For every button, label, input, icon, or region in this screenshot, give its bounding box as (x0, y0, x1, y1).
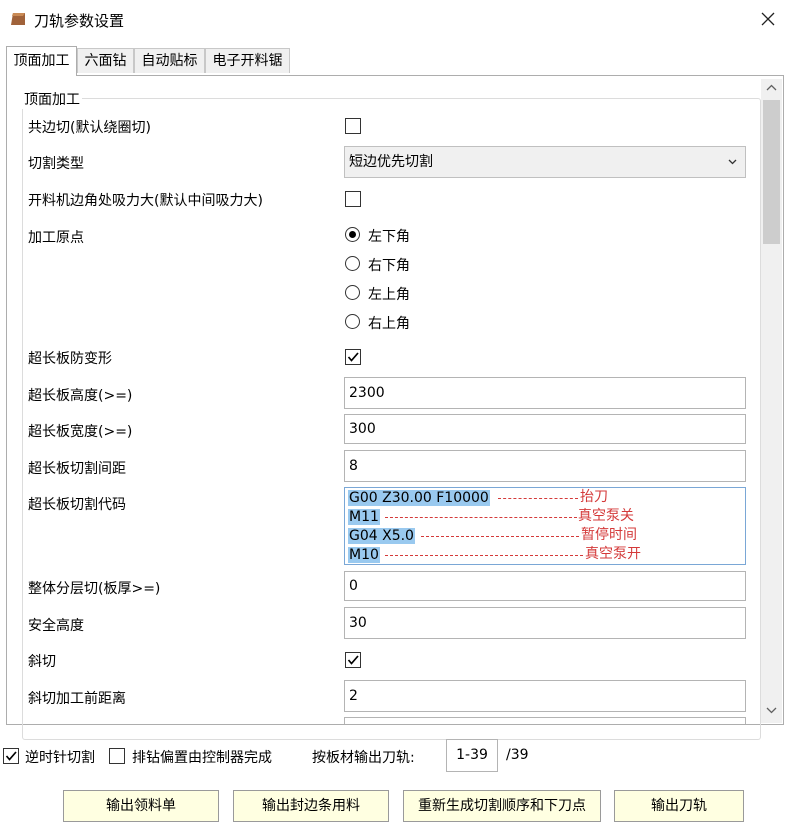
safe-height-label: 安全高度 (28, 618, 84, 634)
page-range-input[interactable]: 1-39 (446, 739, 498, 772)
annotation-line (498, 498, 578, 499)
annotation-line (385, 517, 577, 518)
anti-deform-label: 超长板防变形 (28, 351, 112, 367)
check-icon (347, 352, 359, 362)
origin-option-top-right: 右上角 (368, 316, 410, 332)
close-icon (761, 12, 775, 26)
title-bar: 刀轨参数设置 (0, 0, 787, 38)
output-toolpath-button[interactable]: 输出刀轨 (614, 790, 744, 822)
tab-electronic-saw[interactable]: 电子开料锯 (205, 48, 290, 73)
page-total: /39 (506, 747, 529, 763)
origin-option-bottom-right: 右下角 (368, 258, 410, 274)
check-icon (5, 751, 17, 761)
layer-cut-label: 整体分层切(板厚>=) (28, 581, 161, 597)
cut-type-label: 切割类型 (28, 156, 84, 172)
long-board-spacing-input[interactable]: 8 (344, 450, 746, 482)
output-pick-list-button[interactable]: 输出领料单 (63, 790, 219, 822)
drill-offset-checkbox[interactable] (109, 748, 125, 764)
origin-label: 加工原点 (28, 230, 84, 246)
code-note: 真空泵开 (585, 546, 641, 562)
origin-radio-top-right[interactable] (345, 314, 360, 329)
annotation-line (421, 536, 579, 537)
long-board-code-label: 超长板切割代码 (28, 497, 126, 513)
origin-radio-top-left[interactable] (345, 285, 360, 300)
ccw-cut-label: 逆时针切割 (25, 750, 95, 766)
next-field-partial[interactable] (344, 717, 746, 724)
app-icon (11, 13, 25, 25)
cut-type-select[interactable]: 短边优先切割 (344, 146, 746, 178)
code-line: M10 (348, 547, 380, 563)
scrollbar-thumb[interactable] (763, 100, 780, 244)
origin-option-top-left: 左上角 (368, 287, 410, 303)
tab-six-face-drill[interactable]: 六面钻 (77, 48, 134, 73)
code-note: 真空泵关 (578, 508, 634, 524)
regenerate-cut-order-button[interactable]: 重新生成切割顺序和下刀点 (403, 790, 601, 822)
close-button[interactable] (752, 4, 784, 34)
corner-suction-checkbox[interactable] (345, 191, 361, 207)
bevel-distance-label: 斜切加工前距离 (28, 691, 126, 707)
output-edge-band-button[interactable]: 输出封边条用料 (233, 790, 389, 822)
long-board-height-label: 超长板高度(>=) (28, 388, 133, 404)
corner-suction-label: 开料机边角处吸力大(默认中间吸力大) (28, 193, 263, 209)
anti-deform-checkbox[interactable] (345, 349, 361, 365)
tab-top-machining[interactable]: 顶面加工 (6, 46, 77, 76)
long-board-width-label: 超长板宽度(>=) (28, 424, 133, 440)
bevel-distance-input[interactable]: 2 (344, 680, 746, 712)
vertical-scrollbar[interactable] (761, 79, 782, 723)
scroll-down-icon[interactable] (765, 705, 778, 715)
code-line: M11 (348, 509, 380, 525)
bevel-cut-checkbox[interactable] (345, 652, 361, 668)
scroll-up-icon[interactable] (765, 83, 778, 93)
check-icon (347, 655, 359, 665)
safe-height-input[interactable]: 30 (344, 607, 746, 639)
shared-edge-cut-label: 共边切(默认绕圈切) (28, 120, 151, 136)
per-board-label: 按板材输出刀轨: (312, 750, 415, 766)
long-board-height-input[interactable]: 2300 (344, 377, 746, 409)
code-note: 暂停时间 (581, 527, 637, 543)
cut-type-value: 短边优先切割 (349, 154, 433, 170)
origin-option-bottom-left: 左下角 (368, 229, 410, 245)
long-board-spacing-label: 超长板切割间距 (28, 461, 126, 477)
bevel-cut-label: 斜切 (28, 654, 56, 670)
chevron-down-icon (728, 147, 737, 177)
origin-radio-bottom-right[interactable] (345, 256, 360, 271)
ccw-cut-checkbox[interactable] (3, 748, 19, 764)
code-note: 抬刀 (580, 489, 608, 505)
origin-radio-bottom-left[interactable] (345, 227, 360, 242)
tab-auto-label[interactable]: 自动贴标 (134, 48, 205, 73)
shared-edge-cut-checkbox[interactable] (345, 118, 361, 134)
group-title: 顶面加工 (22, 89, 82, 109)
layer-cut-input[interactable]: 0 (344, 571, 746, 601)
drill-offset-label: 排钻偏置由控制器完成 (132, 750, 272, 766)
annotation-line (385, 555, 583, 556)
code-line: G04 X5.0 (348, 528, 415, 544)
long-board-width-input[interactable]: 300 (344, 414, 746, 444)
code-line: G00 Z30.00 F10000 (348, 490, 490, 506)
window-title: 刀轨参数设置 (34, 12, 125, 30)
long-board-code-textarea[interactable]: G00 Z30.00 F10000 M11 G04 X5.0 M10 抬刀 真空… (344, 487, 746, 565)
